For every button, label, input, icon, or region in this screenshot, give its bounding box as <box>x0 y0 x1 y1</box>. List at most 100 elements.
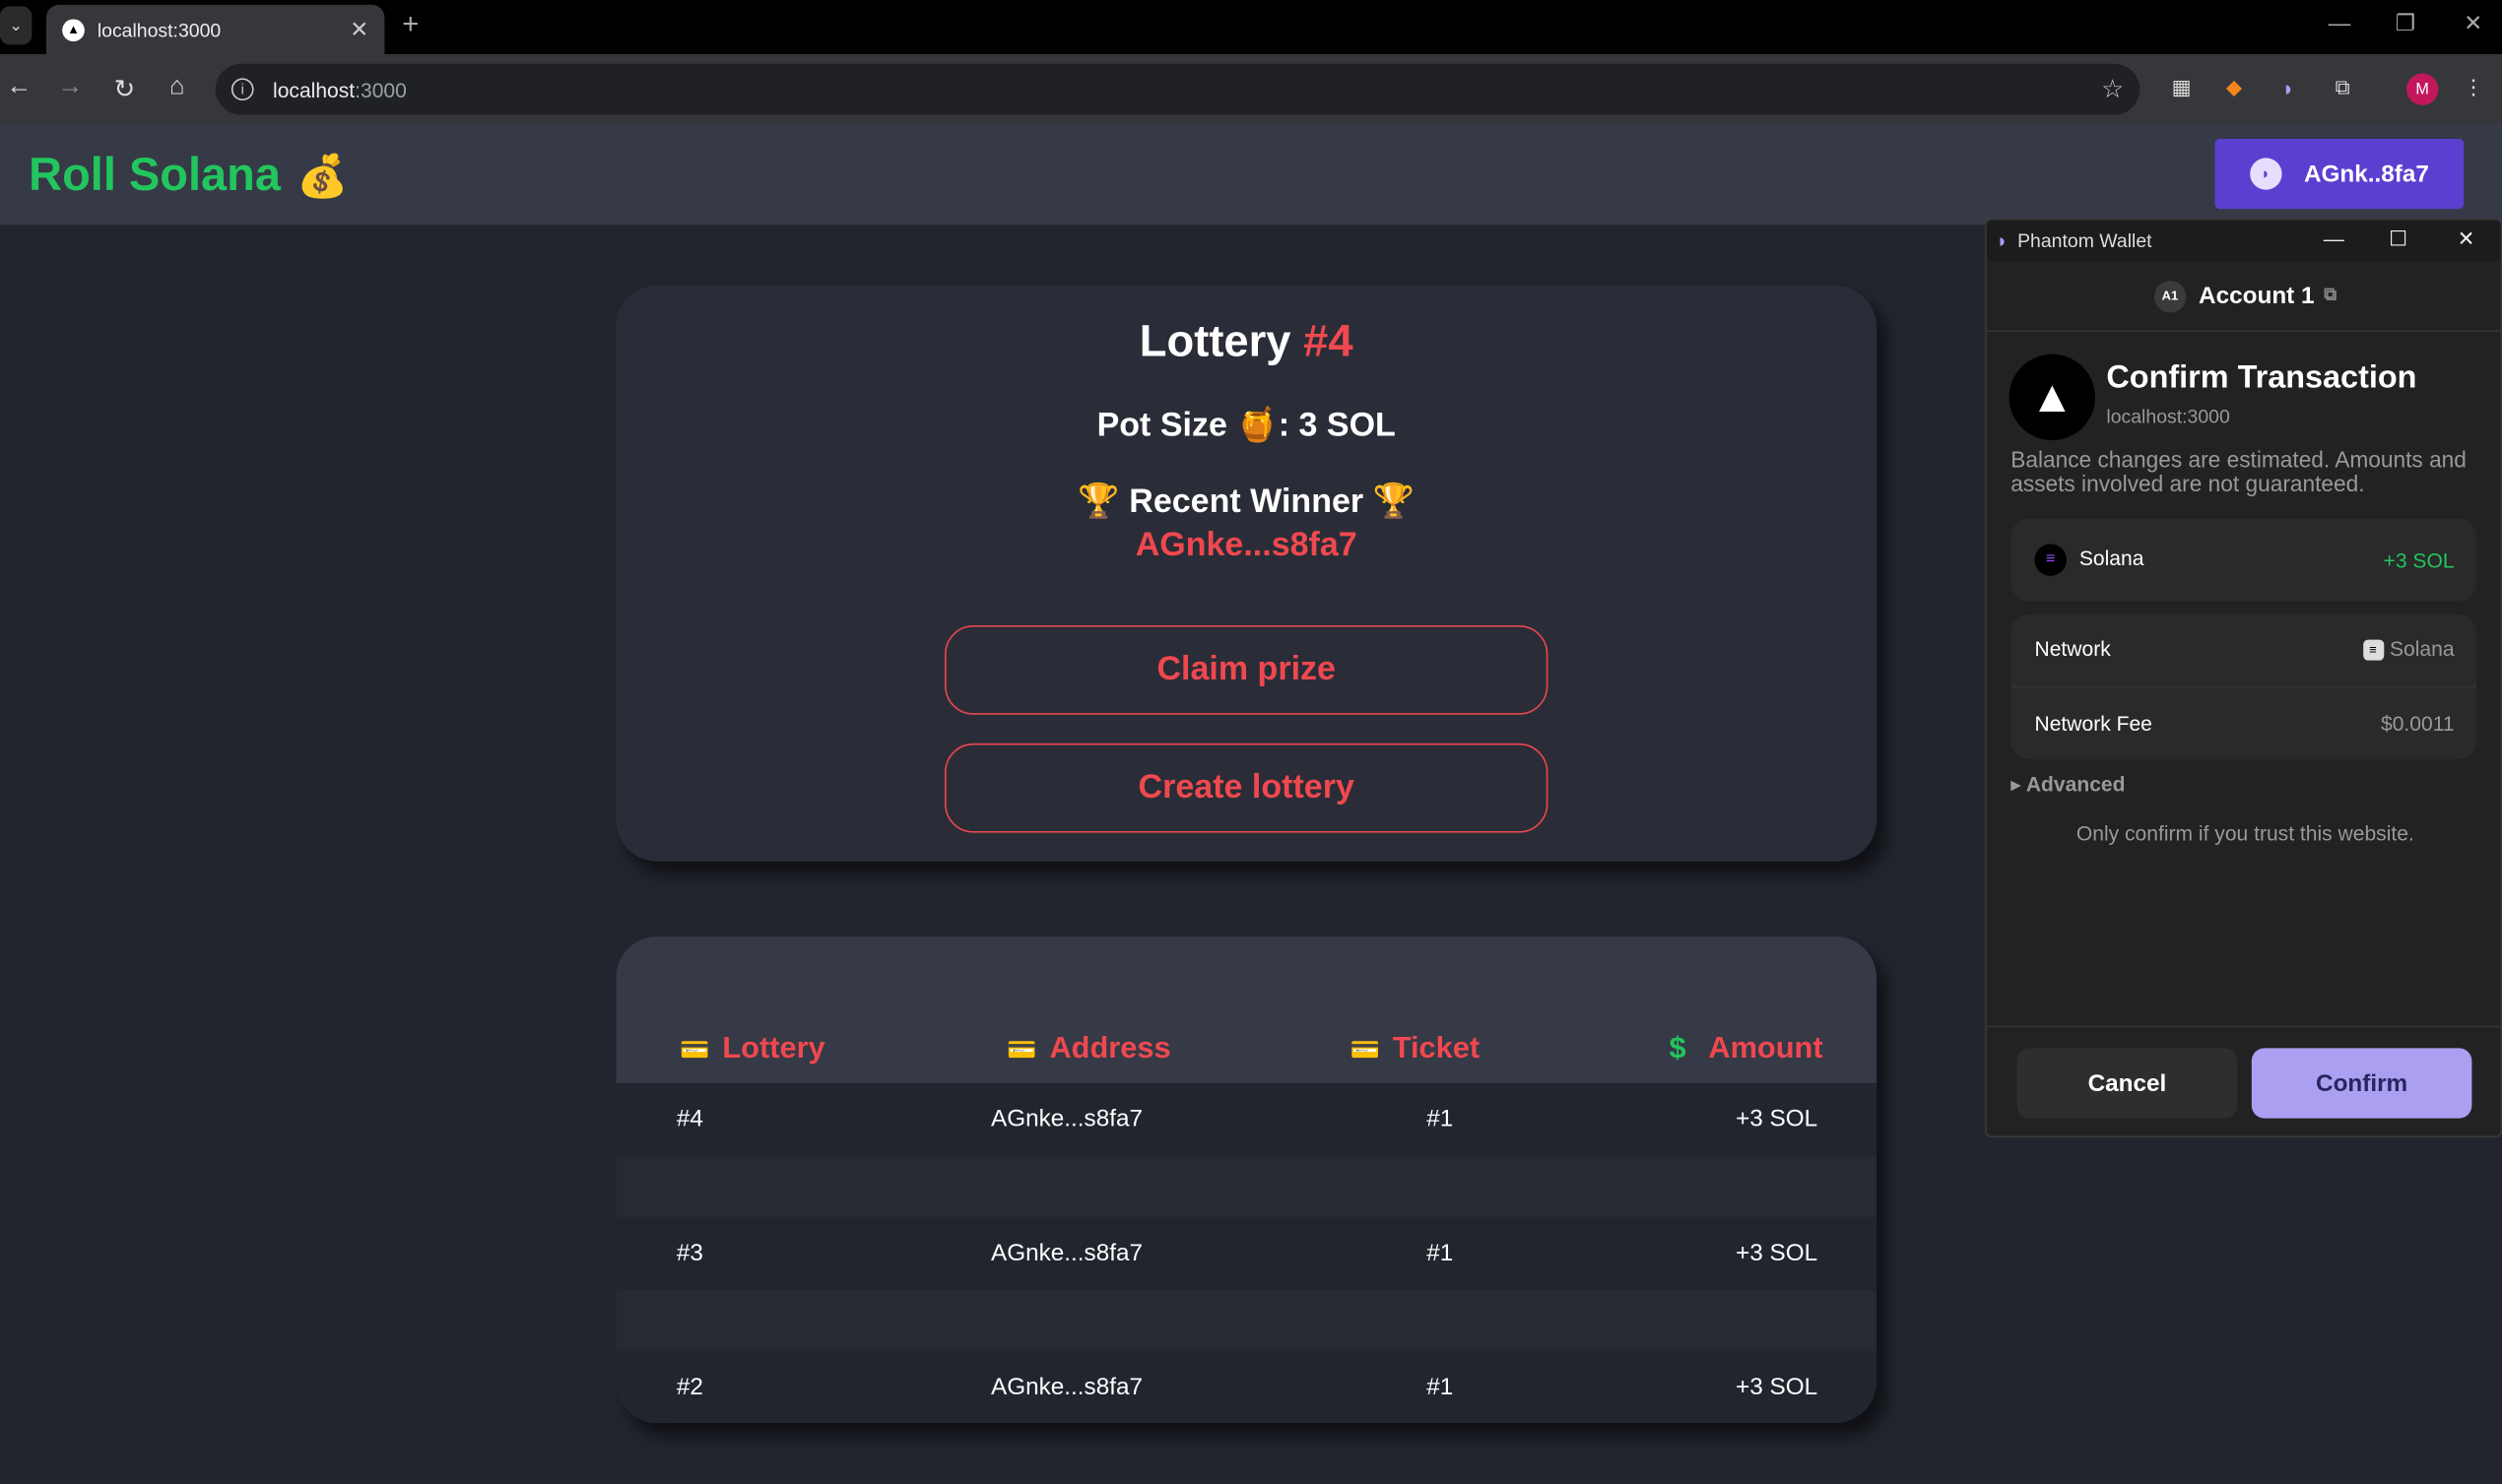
money-bag-icon: 💰 <box>296 151 349 200</box>
phantom-titlebar: ◗ Phantom Wallet <box>1986 220 2501 262</box>
cell-lottery: #3 <box>676 1239 703 1267</box>
pot-size: Pot Size 🍯: 3 SOL <box>616 407 1876 445</box>
table-row: #3 AGnke...s8fa7 #1 +3 SOL <box>616 1217 1877 1291</box>
asset-change: +3 SOL <box>2383 548 2455 573</box>
account-name: Account 1 <box>2199 282 2315 310</box>
tab-search-button[interactable]: ⌄ <box>0 6 33 45</box>
close-icon[interactable]: ✕ <box>2458 226 2475 252</box>
network-value-row: ≡ Solana <box>2362 636 2455 661</box>
claim-prize-button[interactable]: Claim prize <box>945 625 1548 715</box>
app-header <box>0 124 2502 226</box>
card-icon: 💳 <box>680 1037 710 1065</box>
column-lottery: 💳 Lottery <box>680 1032 825 1067</box>
cell-address: AGnke...s8fa7 <box>991 1373 1144 1401</box>
phantom-wallet-window: ◗ Phantom Wallet — ☐ ✕ A1 Account 1 ⧉ ▲ C… <box>1985 218 2502 1138</box>
balance-change-card: ≡ Solana +3 SOL <box>2010 518 2477 602</box>
phantom-logo-icon: ◗ <box>1996 229 2008 252</box>
tab-title: localhost:3000 <box>97 18 222 41</box>
reload-icon[interactable]: ↻ <box>108 74 140 105</box>
account-badge: A1 <box>2153 280 2187 312</box>
cancel-button[interactable]: Cancel <box>2016 1048 2238 1119</box>
browser-tab[interactable]: ▲ localhost:3000 ✕ <box>45 4 385 55</box>
card-icon: 💳 <box>1350 1037 1380 1065</box>
solana-token-icon: ≡ <box>2034 544 2067 576</box>
lottery-title: Lottery #4 <box>616 316 1876 367</box>
forward-icon[interactable]: → <box>54 74 86 102</box>
create-lottery-button[interactable]: Create lottery <box>945 742 1548 833</box>
cell-lottery: #2 <box>676 1373 703 1401</box>
site-info-icon[interactable]: i <box>230 78 254 101</box>
asset-row: ≡ Solana <box>2034 544 2144 576</box>
network-value: Solana <box>2389 636 2455 661</box>
fee-label: Network Fee <box>2034 711 2152 736</box>
confirm-button[interactable]: Confirm <box>2251 1048 2472 1119</box>
fee-value: $0.0011 <box>2380 711 2455 736</box>
advanced-label: Advanced <box>2025 772 2126 797</box>
back-icon[interactable]: ← <box>3 74 34 102</box>
account-selector[interactable]: A1 Account 1 ⧉ <box>1986 262 2501 332</box>
minimize-icon[interactable]: — <box>2324 226 2344 250</box>
copy-icon[interactable]: ⧉ <box>2324 286 2337 306</box>
estimate-note: Balance changes are estimated. Amounts a… <box>2010 446 2467 496</box>
dollar-icon: $ <box>1669 1032 1686 1066</box>
url-host: localhost <box>273 77 356 101</box>
request-origin: localhost:3000 <box>2106 405 2230 428</box>
divider <box>2010 685 2477 688</box>
row-spacer <box>616 1156 1877 1218</box>
phantom-extension-icon[interactable]: ◗ <box>2274 74 2303 102</box>
wallet-address: AGnk..8fa7 <box>2303 160 2429 188</box>
table-header: 💳 Lottery 💳 Address 💳 Ticket $ Amount <box>616 936 1877 1083</box>
url-port: :3000 <box>355 77 407 101</box>
cell-ticket: #1 <box>1426 1373 1454 1401</box>
column-address: 💳 Address <box>1007 1032 1170 1067</box>
column-ticket-label: Ticket <box>1392 1032 1481 1066</box>
metamask-extension-icon[interactable]: ◆ <box>2219 74 2248 102</box>
new-tab-button[interactable]: + <box>402 8 419 41</box>
column-lottery-label: Lottery <box>722 1032 825 1066</box>
bookmark-star-icon[interactable]: ☆ <box>2101 74 2124 105</box>
recent-winner-label: Recent Winner <box>1129 483 1364 521</box>
pot-value: : 3 SOL <box>1278 407 1396 444</box>
cell-ticket: #1 <box>1426 1239 1454 1267</box>
pot-label: Pot Size <box>1096 407 1227 444</box>
cell-address: AGnke...s8fa7 <box>991 1239 1144 1267</box>
qr-extension-icon[interactable]: ▦ <box>2167 74 2196 102</box>
honey-pot-icon: 🍯 <box>1236 407 1279 444</box>
trust-warning: Only confirm if you trust this website. <box>2075 821 2414 846</box>
cell-amount: +3 SOL <box>1736 1373 1818 1401</box>
advanced-toggle[interactable]: ▸ Advanced <box>2010 772 2125 798</box>
close-window-icon[interactable]: ✕ <box>2464 10 2482 37</box>
restore-icon[interactable]: ❐ <box>2396 10 2415 37</box>
extensions-puzzle-icon[interactable]: ⧉ <box>2329 74 2357 102</box>
row-spacer <box>616 1290 1877 1352</box>
wallet-button[interactable]: ◗ AGnk..8fa7 <box>2214 138 2465 210</box>
column-amount: $ Amount <box>1670 1032 1823 1067</box>
lottery-history-table: 💳 Lottery 💳 Address 💳 Ticket $ Amount #4 AGn… <box>616 936 1877 1424</box>
browser-menu-icon[interactable]: ⋮ <box>2459 74 2487 102</box>
home-icon[interactable]: ⌂ <box>162 74 193 102</box>
caret-right-icon: ▸ <box>2010 772 2026 797</box>
column-ticket: 💳 Ticket <box>1350 1032 1481 1067</box>
confirm-title: Confirm Transaction <box>2106 360 2417 396</box>
cell-address: AGnke...s8fa7 <box>991 1105 1144 1133</box>
card-icon: 💳 <box>1007 1037 1037 1065</box>
cell-ticket: #1 <box>1426 1105 1454 1133</box>
cell-amount: +3 SOL <box>1736 1105 1818 1133</box>
cell-amount: +3 SOL <box>1736 1239 1818 1267</box>
maximize-icon[interactable]: ☐ <box>2389 226 2407 252</box>
site-logo-icon: ▲ <box>2008 354 2096 441</box>
minimize-icon[interactable]: — <box>2329 10 2351 35</box>
brand-text: Roll Solana <box>29 150 281 202</box>
trophy-icon: 🏆 <box>1078 483 1120 521</box>
column-address-label: Address <box>1049 1032 1171 1066</box>
lottery-number: #4 <box>1303 315 1353 365</box>
cell-lottery: #4 <box>676 1105 703 1133</box>
tab-close-icon[interactable]: ✕ <box>350 16 368 43</box>
solana-network-icon: ≡ <box>2362 639 2384 661</box>
phantom-window-title: Phantom Wallet <box>2017 229 2152 252</box>
lottery-label: Lottery <box>1139 315 1291 365</box>
address-bar[interactable]: i localhost:3000 ☆ <box>215 63 2140 115</box>
profile-avatar[interactable]: M <box>2405 73 2439 105</box>
brand-title: Roll Solana 💰 <box>29 150 348 202</box>
asset-name: Solana <box>2078 546 2144 571</box>
